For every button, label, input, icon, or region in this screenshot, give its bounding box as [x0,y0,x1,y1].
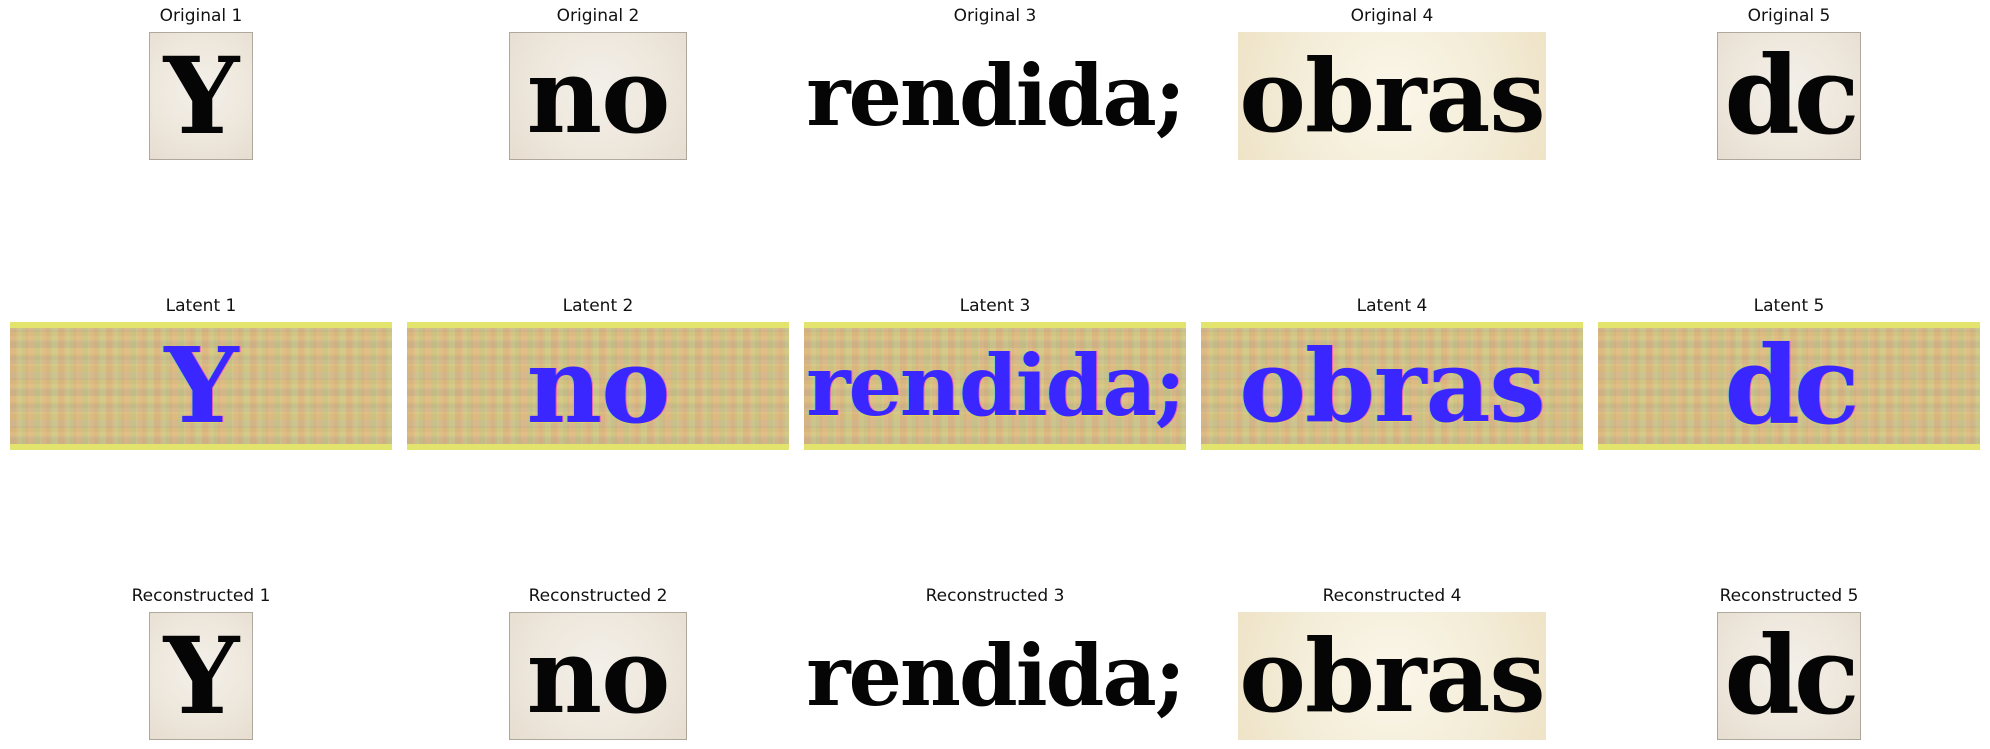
word-original-1: Y [163,33,240,158]
row-reconstructed: Reconstructed 1 Y Reconstructed 2 no Rec… [0,580,1990,740]
title-original-5: Original 5 [1747,6,1831,26]
word-latent-3: rendida; [806,336,1186,435]
title-original-3: Original 3 [953,6,1037,26]
cell-reconstructed-2: Reconstructed 2 no [407,580,789,740]
cell-original-4: Original 4 obras [1201,0,1583,160]
cell-reconstructed-4: Reconstructed 4 obras [1201,580,1583,740]
title-original-2: Original 2 [556,6,640,26]
word-reconstructed-4: obras [1239,617,1545,735]
row-latent: Latent 1 Y Latent 2 no Latent 3 rendida; [0,290,1990,450]
image-original-5: dc [1717,32,1861,160]
title-original-1: Original 1 [159,6,243,26]
word-reconstructed-1: Y [163,613,240,738]
image-latent-2: no [407,322,789,450]
title-original-4: Original 4 [1350,6,1434,26]
cell-original-1: Original 1 Y [10,0,392,160]
word-reconstructed-2: no [526,614,671,737]
latent-inner-3: rendida; [804,328,1186,444]
image-original-1: Y [149,32,253,160]
image-original-3: rendida; [804,32,1186,160]
cell-latent-4: Latent 4 obras [1201,290,1583,450]
word-reconstructed-3: rendida; [806,626,1186,725]
title-latent-4: Latent 4 [1356,296,1428,316]
cell-original-5: Original 5 dc [1598,0,1980,160]
cell-latent-2: Latent 2 no [407,290,789,450]
title-latent-1: Latent 1 [165,296,237,316]
image-reconstructed-5: dc [1717,612,1861,740]
word-original-5: dc [1724,33,1859,159]
word-latent-4: obras [1239,327,1545,445]
cell-reconstructed-1: Reconstructed 1 Y [10,580,392,740]
figure-grid: Original 1 Y Original 2 no Original 3 re… [0,0,1990,749]
word-original-4: obras [1239,37,1545,155]
latent-inner-1: Y [10,328,392,444]
row-original: Original 1 Y Original 2 no Original 3 re… [0,0,1990,160]
title-reconstructed-1: Reconstructed 1 [131,586,271,606]
image-latent-1: Y [10,322,392,450]
image-reconstructed-3: rendida; [804,612,1186,740]
cell-reconstructed-5: Reconstructed 5 dc [1598,580,1980,740]
word-original-3: rendida; [806,46,1186,145]
cell-latent-5: Latent 5 dc [1598,290,1980,450]
title-reconstructed-4: Reconstructed 4 [1322,586,1462,606]
word-latent-1: Y [164,324,238,447]
latent-inner-2: no [407,328,789,444]
word-reconstructed-5: dc [1724,613,1859,739]
title-reconstructed-3: Reconstructed 3 [925,586,1065,606]
title-reconstructed-2: Reconstructed 2 [528,586,668,606]
word-original-2: no [526,34,671,157]
word-latent-2: no [526,324,671,447]
title-latent-2: Latent 2 [562,296,634,316]
image-original-2: no [509,32,687,160]
word-latent-5: dc [1724,323,1859,449]
image-reconstructed-2: no [509,612,687,740]
title-latent-3: Latent 3 [959,296,1031,316]
cell-original-3: Original 3 rendida; [804,0,1186,160]
image-latent-5: dc [1598,322,1980,450]
cell-original-2: Original 2 no [407,0,789,160]
title-latent-5: Latent 5 [1753,296,1825,316]
latent-inner-5: dc [1598,328,1980,444]
cell-reconstructed-3: Reconstructed 3 rendida; [804,580,1186,740]
cell-latent-1: Latent 1 Y [10,290,392,450]
image-reconstructed-1: Y [149,612,253,740]
image-latent-3: rendida; [804,322,1186,450]
latent-inner-4: obras [1201,328,1583,444]
title-reconstructed-5: Reconstructed 5 [1719,586,1859,606]
image-original-4: obras [1238,32,1546,160]
image-latent-4: obras [1201,322,1583,450]
image-reconstructed-4: obras [1238,612,1546,740]
cell-latent-3: Latent 3 rendida; [804,290,1186,450]
